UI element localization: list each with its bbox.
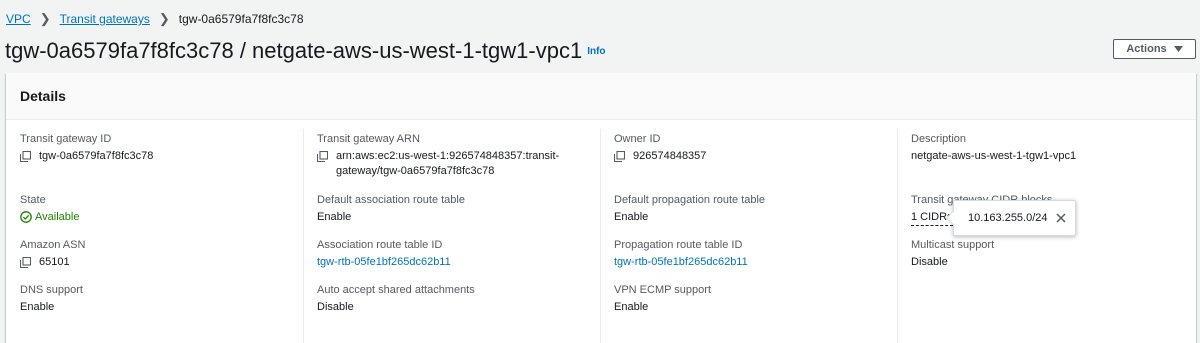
field-label: Propagation route table ID <box>614 239 743 251</box>
field-label: Default propagation route table <box>614 194 766 206</box>
field-transit-gateway-id: Transit gateway ID tgw-0a6579fa7f8fc3c78 <box>20 132 290 164</box>
column-divider <box>897 129 898 343</box>
details-title: Details <box>20 88 66 104</box>
field-label: Transit gateway ID <box>20 133 112 145</box>
field-multicast-support: Multicast support Disable <box>911 238 1186 270</box>
field-state: State Available <box>20 193 290 228</box>
field-dns-support: DNS support Enable <box>20 283 290 315</box>
copy-icon[interactable] <box>614 151 628 162</box>
transit-gateway-arn-value: arn:aws:ec2:us-west-1:926574848357:trans… <box>336 149 559 179</box>
field-label: State <box>20 194 46 206</box>
field-transit-gateway-arn: Transit gateway ARN arn:aws:ec2:us-west-… <box>317 132 587 179</box>
field-label: Amazon ASN <box>20 239 86 251</box>
amazon-asn-value: 65101 <box>39 256 70 268</box>
field-label: Association route table ID <box>317 239 443 251</box>
breadcrumb: VPC ❯ Transit gateways ❯ tgw-0a6579fa7f8… <box>6 11 304 27</box>
chevron-right-icon: ❯ <box>39 11 51 26</box>
field-association-route-table-id: Association route table ID tgw-rtb-05fe1… <box>317 238 587 270</box>
field-label: Owner ID <box>614 133 661 145</box>
cidr-value: 10.163.255.0/24 <box>968 212 1048 224</box>
caret-down-icon <box>1173 43 1183 55</box>
auto-accept-value: Disable <box>317 301 354 313</box>
cidr-popover: 10.163.255.0/24 <box>945 200 1076 236</box>
vpn-ecmp-value: Enable <box>614 301 649 313</box>
field-vpn-ecmp-support: VPN ECMP support Enable <box>614 283 884 315</box>
actions-button-label: Actions <box>1126 43 1167 55</box>
field-label: Multicast support <box>911 239 995 251</box>
info-link[interactable]: Info <box>587 46 605 57</box>
breadcrumb-transit-gateways-link[interactable]: Transit gateways <box>60 12 150 26</box>
field-amazon-asn: Amazon ASN 65101 <box>20 238 290 270</box>
column-divider <box>303 129 304 343</box>
description-value: netgate-aws-us-west-1-tgw1-vpc1 <box>911 150 1077 162</box>
field-propagation-route-table-id: Propagation route table ID tgw-rtb-05fe1… <box>614 238 884 270</box>
field-default-propagation-route-table: Default propagation route table Enable <box>614 193 884 225</box>
breadcrumb-vpc-link[interactable]: VPC <box>6 12 31 26</box>
field-label: Default association route table <box>317 194 465 206</box>
details-header: Details <box>6 73 1196 120</box>
column-divider <box>600 129 601 343</box>
copy-icon[interactable] <box>317 151 331 162</box>
association-route-table-link[interactable]: tgw-rtb-05fe1bf265dc62b11 <box>317 255 451 270</box>
actions-button[interactable]: Actions <box>1113 39 1196 59</box>
transit-gateway-id-value: tgw-0a6579fa7f8fc3c78 <box>39 150 154 162</box>
field-owner-id: Owner ID 926574848357 <box>614 132 884 164</box>
breadcrumb-current: tgw-0a6579fa7f8fc3c78 <box>178 12 304 26</box>
status-available-icon <box>20 211 32 228</box>
page-title: tgw-0a6579fa7f8fc3c78 / netgate-aws-us-w… <box>5 36 606 67</box>
chevron-right-icon: ❯ <box>158 11 170 26</box>
field-label: DNS support <box>20 284 83 296</box>
dns-support-value: Enable <box>20 301 55 313</box>
close-icon[interactable] <box>1056 213 1066 223</box>
field-description: Description netgate-aws-us-west-1-tgw1-v… <box>911 132 1186 164</box>
field-default-association-route-table: Default association route table Enable <box>317 193 587 225</box>
copy-icon[interactable] <box>20 151 34 162</box>
arn-line-1: arn:aws:ec2:us-west-1:926574848357:trans… <box>336 150 560 162</box>
default-association-value: Enable <box>317 211 352 223</box>
arn-line-2: gateway/tgw-0a6579fa7f8fc3c78 <box>336 165 495 177</box>
page-title-text: tgw-0a6579fa7f8fc3c78 / netgate-aws-us-w… <box>5 38 583 63</box>
field-label: Auto accept shared attachments <box>317 284 475 296</box>
owner-id-value: 926574848357 <box>633 150 707 162</box>
field-label: VPN ECMP support <box>614 284 712 296</box>
default-propagation-value: Enable <box>614 211 649 223</box>
propagation-route-table-link[interactable]: tgw-rtb-05fe1bf265dc62b11 <box>614 255 748 270</box>
field-label: Description <box>911 133 967 145</box>
field-auto-accept-shared-attachments: Auto accept shared attachments Disable <box>317 283 587 315</box>
state-value: Available <box>35 211 80 223</box>
field-label: Transit gateway ARN <box>317 133 420 145</box>
multicast-support-value: Disable <box>911 256 948 268</box>
copy-icon[interactable] <box>20 257 34 268</box>
